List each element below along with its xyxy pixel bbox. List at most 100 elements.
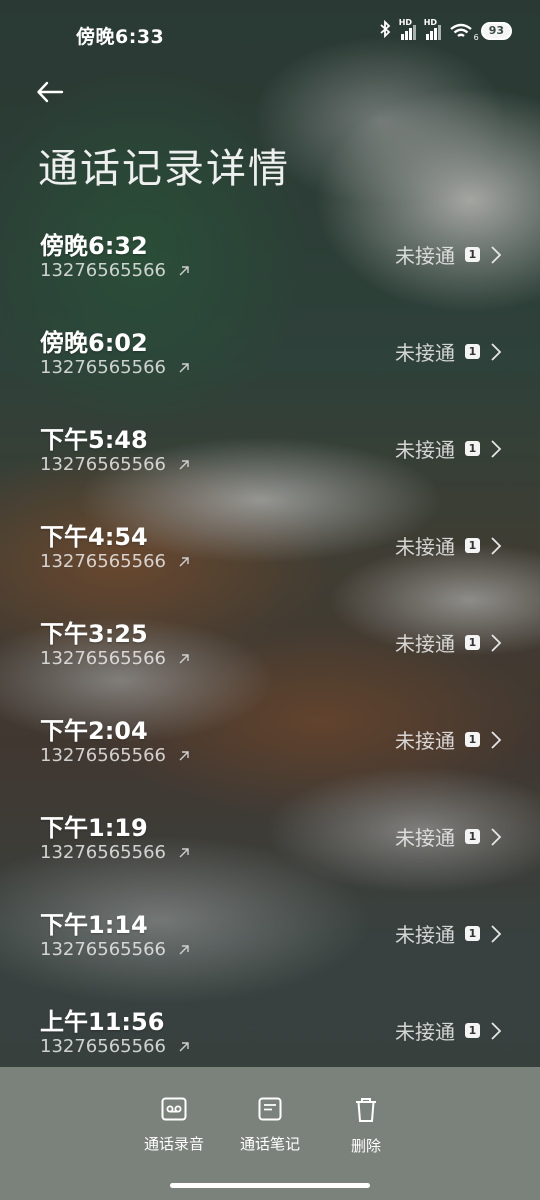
call-status-group: 未接通 1	[395, 628, 502, 657]
status-icons: HD HD 6 93	[379, 18, 512, 42]
call-number: 13276565566	[40, 454, 190, 475]
battery-indicator: 93	[480, 21, 512, 40]
call-time: 下午1:14	[40, 911, 148, 939]
sim-card-icon: 1	[465, 635, 480, 650]
trash-icon	[356, 1098, 376, 1122]
call-status: 未接通	[395, 438, 455, 462]
call-notes-button[interactable]: 通话笔记	[220, 1097, 320, 1154]
outgoing-call-icon	[179, 363, 189, 373]
signal-icon-sim2: HD	[424, 18, 441, 40]
call-number-text: 13276565566	[40, 939, 166, 960]
home-indicator[interactable]	[170, 1183, 370, 1188]
outgoing-call-icon	[179, 848, 189, 858]
call-time: 傍晚6:02	[40, 329, 148, 357]
call-number: 13276565566	[40, 260, 190, 281]
sim-card-icon: 1	[465, 538, 480, 553]
outgoing-call-icon	[179, 945, 189, 955]
chevron-right-icon[interactable]	[490, 924, 502, 944]
call-status: 未接通	[395, 341, 455, 365]
call-recording-label: 通话录音	[143, 1135, 204, 1153]
call-status-group: 未接通 1	[395, 531, 502, 560]
chevron-right-icon[interactable]	[490, 1021, 502, 1041]
call-status-group: 未接通 1	[395, 337, 502, 366]
call-number: 13276565566	[40, 551, 190, 572]
outgoing-call-icon	[179, 266, 189, 276]
call-log-item[interactable]: 傍晚6:32 13276565566 未接通 1	[0, 216, 540, 313]
outgoing-call-icon	[179, 557, 189, 567]
back-button[interactable]	[36, 78, 64, 106]
chevron-right-icon[interactable]	[490, 633, 502, 653]
note-icon	[258, 1097, 282, 1121]
call-number: 13276565566	[40, 939, 190, 960]
call-status: 未接通	[395, 729, 455, 753]
call-log-item[interactable]: 下午3:25 13276565566 未接通 1	[0, 604, 540, 701]
outgoing-call-icon	[179, 751, 189, 761]
call-log-item[interactable]: 下午1:14 13276565566 未接通 1	[0, 895, 540, 992]
call-status: 未接通	[395, 244, 455, 268]
call-status: 未接通	[395, 826, 455, 850]
sim-card-icon: 1	[465, 441, 480, 456]
call-time: 下午1:19	[40, 814, 148, 842]
wifi-label: 6	[473, 32, 479, 42]
chevron-right-icon[interactable]	[490, 245, 502, 265]
sim-card-icon: 1	[465, 344, 480, 359]
back-arrow-icon	[37, 81, 64, 103]
delete-label: 删除	[350, 1137, 381, 1155]
call-status-group: 未接通 1	[395, 822, 502, 851]
call-status: 未接通	[395, 1020, 455, 1044]
call-number-text: 13276565566	[40, 745, 166, 766]
call-log-item[interactable]: 下午1:19 13276565566 未接通 1	[0, 798, 540, 895]
outgoing-call-icon	[179, 460, 189, 470]
call-log-item[interactable]: 下午5:48 13276565566 未接通 1	[0, 410, 540, 507]
outgoing-call-icon	[179, 654, 189, 664]
call-time: 上午11:56	[40, 1008, 165, 1036]
chevron-right-icon[interactable]	[490, 342, 502, 362]
call-log-item[interactable]: 下午4:54 13276565566 未接通 1	[0, 507, 540, 604]
call-number-text: 13276565566	[40, 357, 166, 378]
chevron-right-icon[interactable]	[490, 730, 502, 750]
delete-button[interactable]: 删除	[316, 1097, 416, 1156]
page-title: 通话记录详情	[38, 146, 290, 192]
call-status-group: 未接通 1	[395, 919, 502, 948]
call-number-text: 13276565566	[40, 454, 166, 475]
sim-card-icon: 1	[465, 926, 480, 941]
sim-card-icon: 1	[465, 1023, 480, 1038]
call-number-text: 13276565566	[40, 842, 166, 863]
call-log-list: 傍晚6:32 13276565566 未接通 1 傍晚6:02 13276565…	[0, 216, 540, 1089]
call-time: 下午4:54	[40, 523, 148, 551]
call-notes-label: 通话笔记	[239, 1135, 300, 1153]
call-time: 下午3:25	[40, 620, 148, 648]
call-number-text: 13276565566	[40, 551, 166, 572]
hd-label: HD	[398, 17, 413, 27]
call-status-group: 未接通 1	[395, 240, 502, 269]
chevron-right-icon[interactable]	[490, 439, 502, 459]
call-number-text: 13276565566	[40, 648, 166, 669]
call-status-group: 未接通 1	[395, 1016, 502, 1045]
call-status: 未接通	[395, 535, 455, 559]
call-log-item[interactable]: 傍晚6:02 13276565566 未接通 1	[0, 313, 540, 410]
bottom-action-bar: 通话录音 通话笔记 删除	[0, 1067, 540, 1200]
status-bar: 傍晚6:33 HD HD 6 93	[0, 0, 540, 66]
voicemail-icon	[161, 1097, 187, 1121]
outgoing-call-icon	[179, 1042, 189, 1052]
call-log-item[interactable]: 下午2:04 13276565566 未接通 1	[0, 701, 540, 798]
call-number-text: 13276565566	[40, 1036, 166, 1057]
call-status-group: 未接通 1	[395, 725, 502, 754]
bluetooth-icon	[379, 19, 391, 41]
call-recording-button[interactable]: 通话录音	[124, 1097, 224, 1154]
status-time: 傍晚6:33	[76, 26, 165, 48]
call-number: 13276565566	[40, 1036, 190, 1057]
sim-card-icon: 1	[465, 732, 480, 747]
call-status-group: 未接通 1	[395, 434, 502, 463]
signal-icon-sim1: HD	[399, 18, 416, 40]
chevron-right-icon[interactable]	[490, 827, 502, 847]
wifi-icon: 6	[449, 22, 479, 42]
sim-card-icon: 1	[465, 829, 480, 844]
chevron-right-icon[interactable]	[490, 536, 502, 556]
call-time: 下午2:04	[40, 717, 148, 745]
call-number: 13276565566	[40, 648, 190, 669]
call-number: 13276565566	[40, 842, 190, 863]
call-time: 傍晚6:32	[40, 232, 148, 260]
hd-label: HD	[423, 17, 438, 27]
call-status: 未接通	[395, 632, 455, 656]
